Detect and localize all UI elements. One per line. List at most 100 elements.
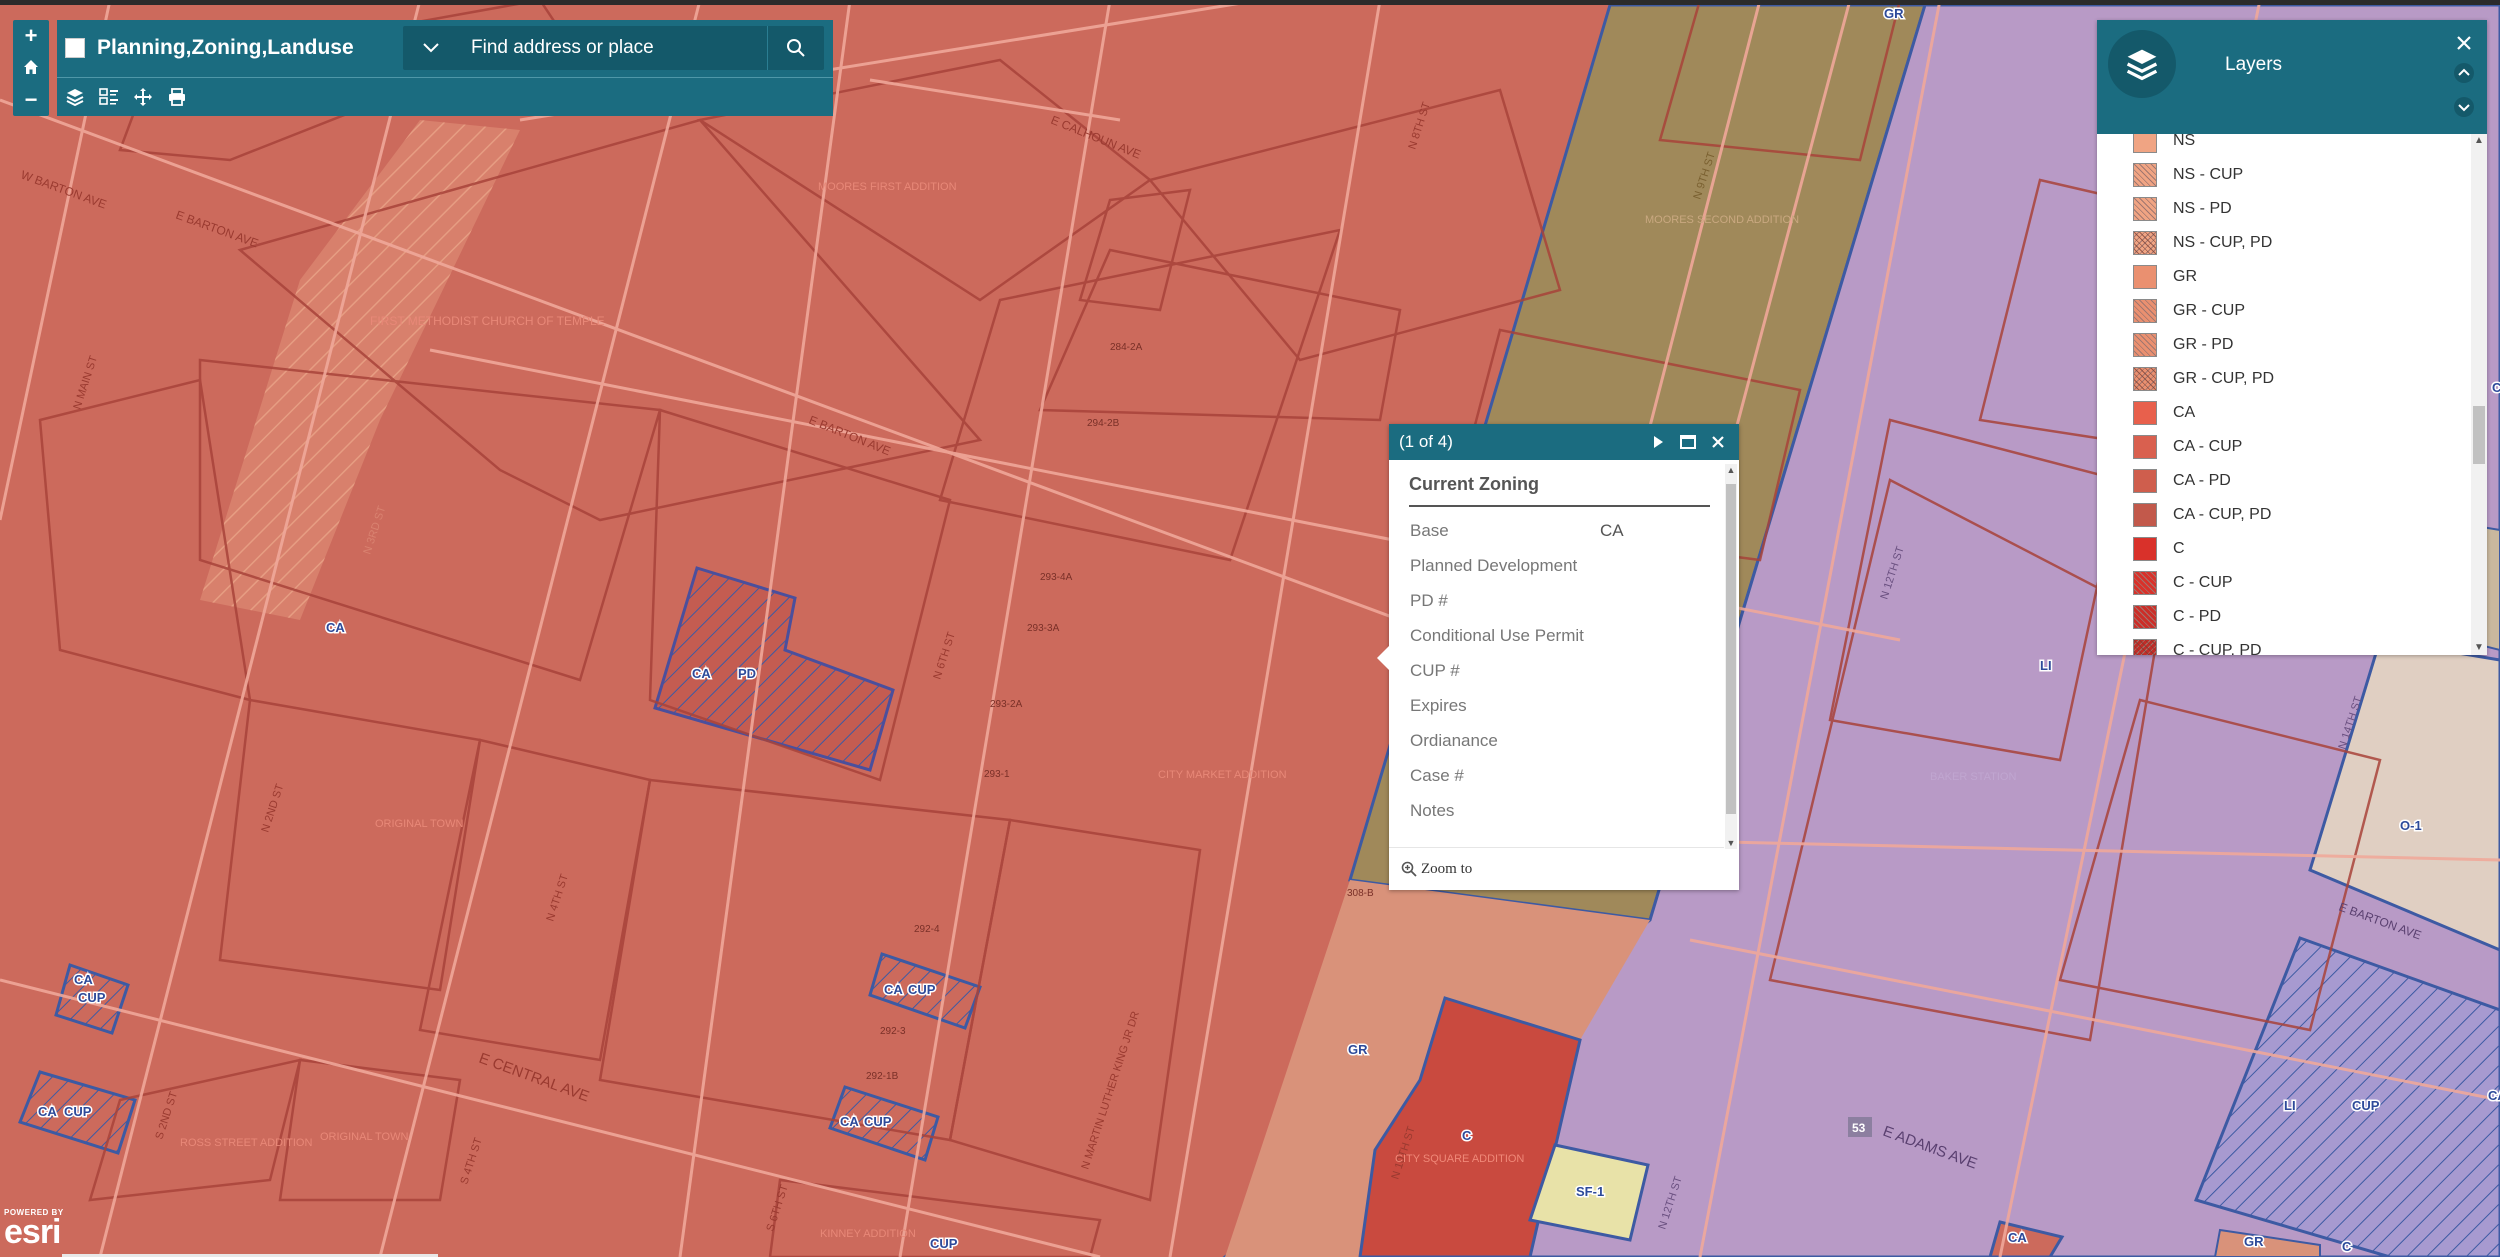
attribute-row: Case # [1410,758,1624,793]
layer-legend-item[interactable]: GR - CUP [2133,298,2245,324]
attribute-row: Notes [1410,793,1624,828]
layer-legend-item[interactable]: NS [2133,134,2195,154]
layer-label: GR [2173,268,2197,285]
legend-tool-button[interactable] [97,85,121,109]
attribute-value [1600,548,1624,583]
scroll-down-arrow-icon[interactable]: ▼ [2471,641,2487,655]
layer-legend-item[interactable]: C - CUP [2133,570,2233,596]
scroll-up-arrow-icon[interactable]: ▲ [2471,134,2487,148]
close-icon [1712,436,1724,448]
layer-legend-item[interactable]: CA - CUP, PD [2133,502,2271,528]
layers-scrollbar[interactable]: ▲ ▼ [2471,134,2487,655]
close-icon [2457,36,2471,50]
map-block-label: 293-1 [984,769,1010,780]
attribute-row: PD # [1410,583,1624,618]
measure-icon [134,88,152,106]
popup-scroll-thumb[interactable] [1726,484,1736,814]
search-icon [787,39,805,57]
layer-legend-item[interactable]: NS - CUP, PD [2133,230,2272,256]
layer-legend-item[interactable]: CA [2133,400,2195,426]
layer-label: NS - CUP [2173,166,2244,183]
print-tool-button[interactable] [165,85,189,109]
attribute-value [1600,583,1624,618]
map-subdivision-label: KINNEY ADDITION [820,1228,916,1240]
search-source-dropdown[interactable] [403,26,458,70]
attribute-row: Expires [1410,688,1624,723]
layer-legend-item[interactable]: GR - CUP, PD [2133,366,2274,392]
zone-label: CA [2008,1230,2027,1245]
popup-close-button[interactable] [1707,431,1729,453]
layers-scroll-thumb[interactable] [2473,406,2485,464]
widget-toolbar [63,82,189,112]
zoom-in-button[interactable]: + [13,25,49,47]
layer-label: C - CUP, PD [2173,642,2262,655]
popup-attribute-table: Base CA Planned Development PD # Conditio… [1410,513,1624,828]
map-block-label: 293-4A [1040,572,1073,583]
layer-legend-item[interactable]: GR - PD [2133,332,2233,358]
zone-label: C [1462,1128,1472,1143]
map-subdivision-label: MOORES FIRST ADDITION [818,181,957,193]
search-button[interactable] [767,26,824,70]
attribute-value [1600,653,1624,688]
zone-label: CUP [64,1104,92,1119]
zone-label: CA [38,1104,57,1119]
layer-label: GR - PD [2173,336,2234,353]
map-subdivision-label: ORIGINAL TOWN [375,818,463,830]
layer-swatch [2133,639,2157,655]
popup-scrollbar[interactable]: ▲ ▼ [1725,464,1737,849]
print-icon [169,88,185,106]
zoom-out-button[interactable]: − [13,89,49,111]
search-widget [403,26,824,70]
layer-legend-item[interactable]: C - PD [2133,604,2221,630]
layer-legend-item[interactable]: CA - PD [2133,468,2231,494]
scroll-down-arrow-icon[interactable]: ▼ [1725,837,1737,849]
map-block-label: 284-2A [1110,342,1143,353]
layer-swatch [2133,435,2157,459]
zone-label: SF-1 [1576,1184,1604,1199]
zone-label: GR [2244,1234,2264,1249]
zone-label: CA [74,972,93,987]
layer-label: CA - CUP [2173,438,2243,455]
zone-label: CA [2488,1088,2500,1103]
zone-label: GR [1884,6,1904,21]
zone-label: CUP [930,1236,958,1251]
legend-icon [99,88,118,105]
layers-tool-button[interactable] [63,85,87,109]
home-button[interactable] [13,57,49,79]
popup-content: Current Zoning Base CA Planned Developmen… [1389,460,1724,847]
zoom-to-link[interactable]: Zoom to [1401,861,1472,878]
layer-swatch [2133,401,2157,425]
map-subdivision-label: ROSS STREET ADDITION [180,1137,312,1149]
layers-close-button[interactable] [2451,30,2477,56]
zoom-to-label: Zoom to [1421,860,1473,877]
attribute-value [1600,758,1624,793]
measure-tool-button[interactable] [131,85,155,109]
layer-legend-item[interactable]: CA - CUP [2133,434,2242,460]
popup-actions: Zoom to [1389,847,1724,890]
attribute-value [1600,618,1624,653]
layer-swatch [2133,469,2157,493]
layers-panel-header: Layers [2097,20,2487,134]
layers-expand-button[interactable] [2451,94,2477,120]
layer-legend-item[interactable]: GR [2133,264,2197,290]
popup-pointer [1377,646,1389,670]
layer-swatch [2133,265,2157,289]
search-input[interactable] [459,26,764,70]
popup-maximize-button[interactable] [1677,431,1699,453]
layers-panel-icon-badge [2108,30,2176,98]
layer-label: NS - CUP, PD [2173,234,2273,251]
feature-popup: (1 of 4) Current Zoning Base CA Planned D… [1377,424,1739,890]
attribute-label: Ordianance [1410,730,1498,750]
popup-next-button[interactable] [1647,431,1669,453]
layer-swatch [2133,537,2157,561]
scroll-up-arrow-icon[interactable]: ▲ [1725,464,1737,476]
map-subdivision-label: MOORES SECOND ADDITION [1645,214,1799,226]
layer-legend-item[interactable]: NS - PD [2133,196,2232,222]
layer-legend-item[interactable]: NS - CUP [2133,162,2243,188]
layer-legend-item[interactable]: C - CUP, PD [2133,638,2262,655]
zone-label: CUP [2352,1098,2380,1113]
layer-label: GR - CUP, PD [2173,370,2275,387]
layers-collapse-button[interactable] [2451,60,2477,86]
layer-legend-item[interactable]: C [2133,536,2185,562]
app-title: Planning,Zoning,Landuse [97,36,354,59]
